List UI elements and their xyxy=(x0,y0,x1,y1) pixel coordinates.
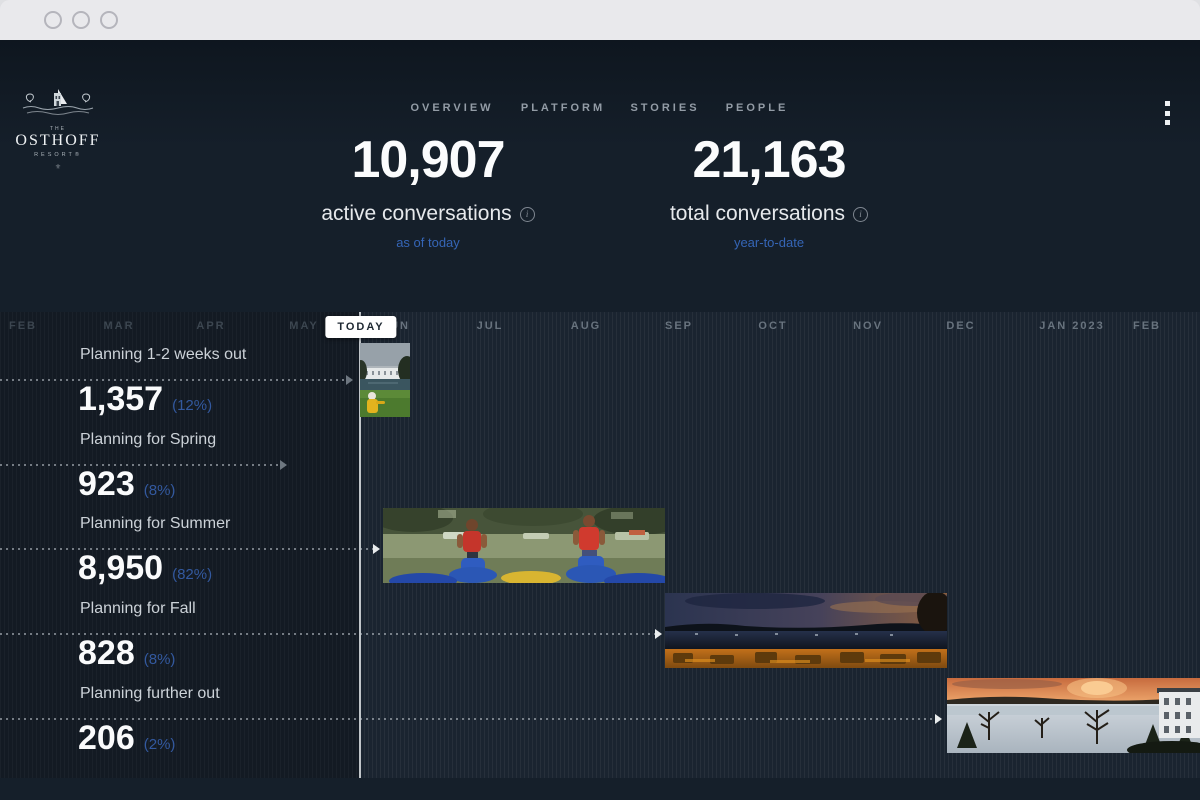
row-label: Planning for Fall xyxy=(80,600,196,618)
active-conversations-value: 10,907 xyxy=(273,130,583,190)
browser-title-bar xyxy=(0,0,1200,40)
fall-sunset-lake-photo[interactable] xyxy=(665,593,947,668)
active-conversations-stat: 10,907 active conversations i as of toda… xyxy=(273,130,583,250)
total-conversations-label: total conversations xyxy=(670,202,845,226)
month-label: APR xyxy=(196,320,225,332)
nav-tab-people[interactable]: PEOPLE xyxy=(726,102,789,114)
window-maximize-button[interactable] xyxy=(100,11,118,29)
row-value: 923 xyxy=(78,465,135,504)
spring-resort-lake-photo[interactable] xyxy=(360,343,410,417)
month-label: OCT xyxy=(758,320,787,332)
month-label: JAN 2023 xyxy=(1039,320,1105,332)
total-conversations-value: 21,163 xyxy=(614,130,924,190)
nav-tab-stories[interactable]: STORIES xyxy=(630,102,699,114)
resort-crest-icon xyxy=(21,88,95,120)
browser-window: THE OSTHOFF RESORT® ⚜ OVERVIEW PLATFORM … xyxy=(0,0,1200,800)
kebab-menu-icon[interactable] xyxy=(1160,101,1174,125)
total-conversations-sublabel: year-to-date xyxy=(614,235,924,250)
row-label: Planning further out xyxy=(80,685,220,703)
dashboard-page: THE OSTHOFF RESORT® ⚜ OVERVIEW PLATFORM … xyxy=(0,40,1200,800)
row-label: Planning for Spring xyxy=(80,431,216,449)
row-percent: (12%) xyxy=(172,397,212,414)
row-label: Planning 1-2 weeks out xyxy=(80,346,246,364)
month-label: NOV xyxy=(853,320,883,332)
month-label: DEC xyxy=(946,320,975,332)
info-icon[interactable]: i xyxy=(853,207,868,222)
logo-ornament-icon: ⚜ xyxy=(12,163,104,171)
row-percent: (82%) xyxy=(172,566,212,583)
month-label: SEP xyxy=(665,320,693,332)
month-label: AUG xyxy=(571,320,601,332)
month-label: MAY xyxy=(289,320,318,332)
row-value: 828 xyxy=(78,634,135,673)
month-label: FEB xyxy=(1133,320,1161,332)
active-conversations-label: active conversations xyxy=(321,202,511,226)
logo-name-text: OSTHOFF xyxy=(12,132,104,150)
row-value: 206 xyxy=(78,719,135,758)
nav-tab-platform[interactable]: PLATFORM xyxy=(521,102,605,114)
osthoff-resort-logo[interactable]: THE OSTHOFF RESORT® ⚜ xyxy=(12,88,104,171)
row-label: Planning for Summer xyxy=(80,515,230,533)
month-label: FEB xyxy=(9,320,37,332)
nav-tab-overview[interactable]: OVERVIEW xyxy=(410,102,493,114)
month-label: JUL xyxy=(477,320,504,332)
month-label: MAR xyxy=(103,320,134,332)
summer-water-bikes-photo[interactable] xyxy=(383,508,665,583)
row-percent: (2%) xyxy=(144,736,176,753)
window-close-button[interactable] xyxy=(44,11,62,29)
planning-timeline-chart: FEB MAR APR MAY JUN JUL AUG SEP OCT NOV … xyxy=(0,312,1200,778)
row-value: 8,950 xyxy=(78,549,163,588)
timeline-row-spring: Planning for Spring 923 (8%) xyxy=(0,431,1200,511)
row-percent: (8%) xyxy=(144,482,176,499)
logo-resort-text: RESORT® xyxy=(12,152,104,158)
active-conversations-sublabel: as of today xyxy=(273,235,583,250)
today-badge: TODAY xyxy=(325,316,396,338)
timeline-row-1-2-weeks: Planning 1-2 weeks out 1,357 (12%) xyxy=(0,346,1200,426)
timeline-row-fall: Planning for Fall 828 (8%) xyxy=(0,600,1200,680)
winter-snow-sunset-photo[interactable] xyxy=(947,678,1200,753)
window-minimize-button[interactable] xyxy=(72,11,90,29)
row-value: 1,357 xyxy=(78,380,163,419)
info-icon[interactable]: i xyxy=(520,207,535,222)
row-percent: (8%) xyxy=(144,651,176,668)
total-conversations-stat: 21,163 total conversations i year-to-dat… xyxy=(614,130,924,250)
